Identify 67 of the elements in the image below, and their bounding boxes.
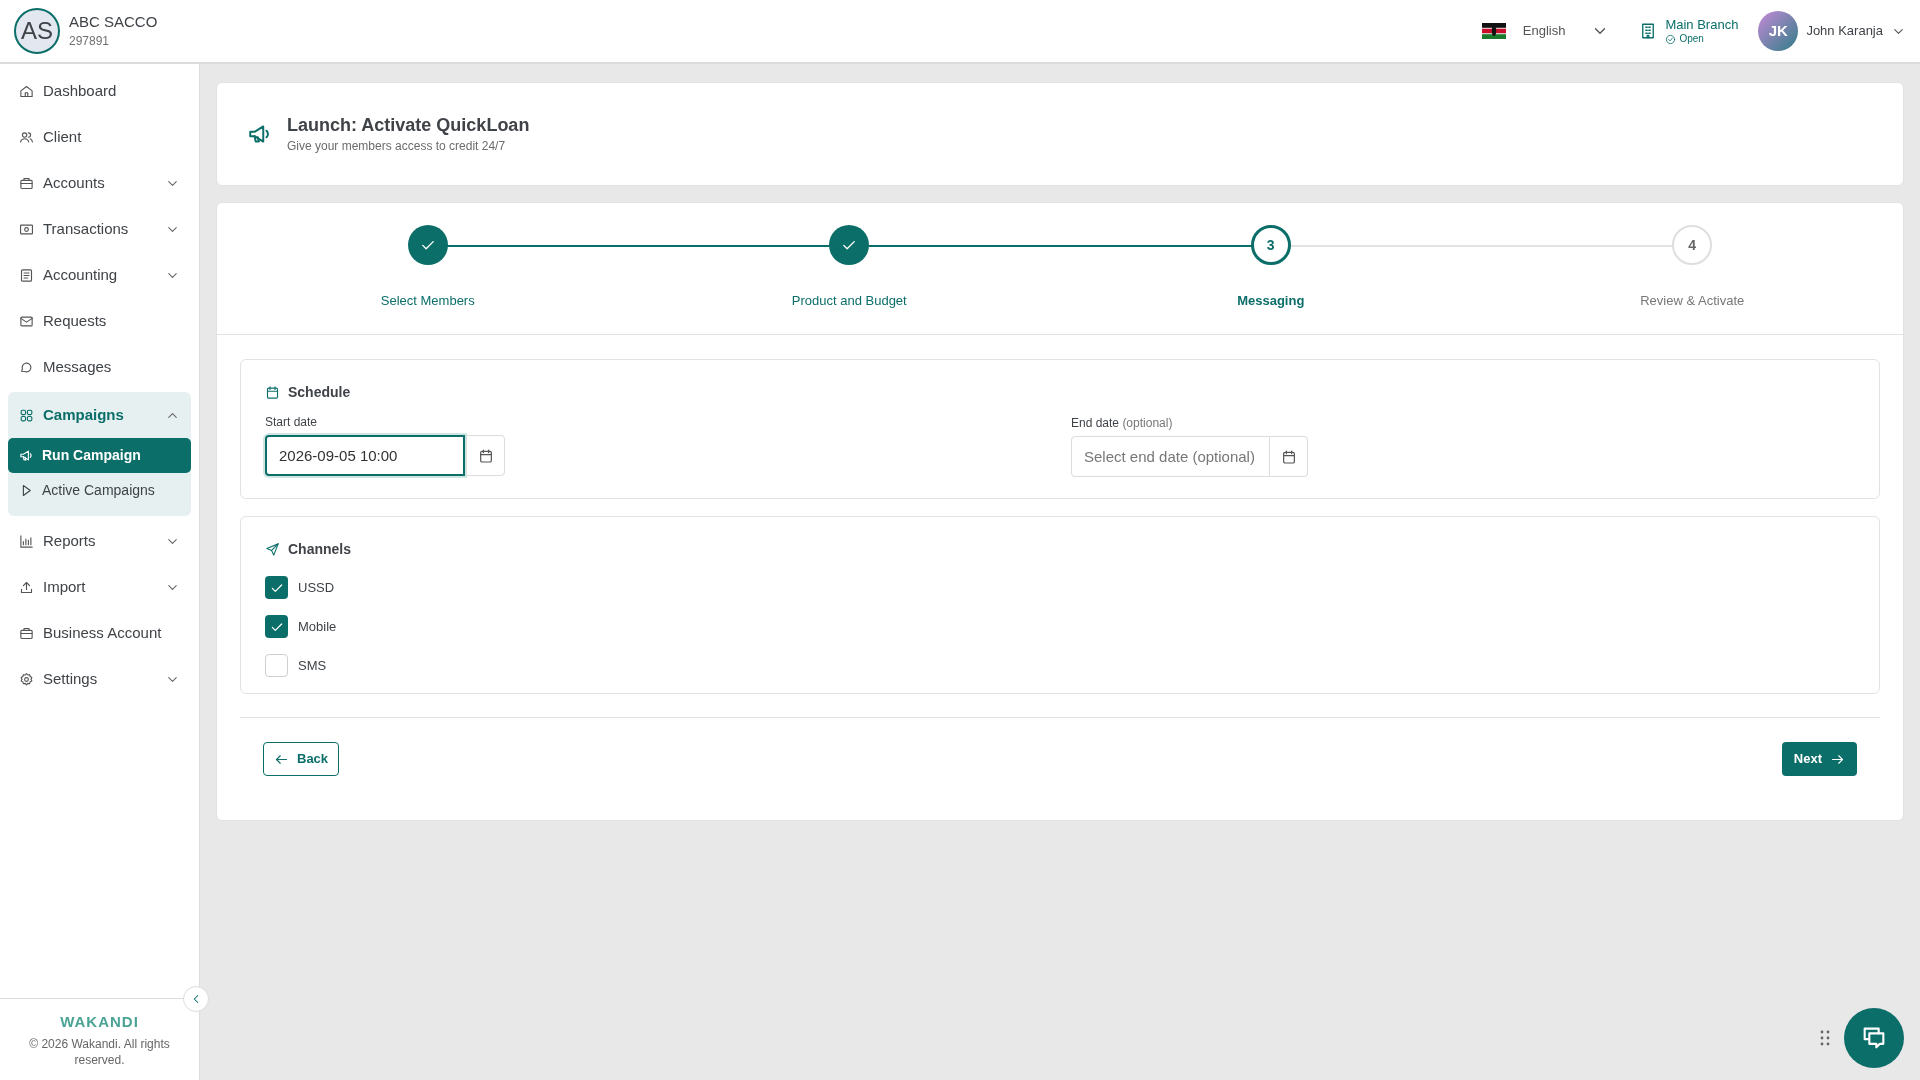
- field-label: Start date: [265, 414, 319, 431]
- sidebar-item[interactable]: Transactions: [8, 206, 191, 252]
- envelope-icon: [19, 313, 34, 329]
- sidebar-subitem[interactable]: Run Campaign: [8, 438, 191, 473]
- check-circle-icon: [1665, 33, 1677, 45]
- branch-status: Open: [1679, 33, 1704, 45]
- sidebar-item[interactable]: Messages: [8, 344, 191, 390]
- page-subtitle: Give your members access to credit 24/7: [287, 138, 507, 155]
- house-icon: [19, 83, 34, 99]
- section-title: Schedule: [288, 383, 351, 402]
- sidebar-item[interactable]: Campaigns: [8, 392, 191, 438]
- step-label: Product and Budget: [791, 292, 907, 310]
- page-title: Launch: Activate QuickLoan: [287, 114, 530, 137]
- ledger-icon: [19, 267, 34, 283]
- briefcase-icon: [19, 175, 34, 191]
- step-label: Select Members: [380, 292, 475, 310]
- sidebar-item[interactable]: Settings: [8, 656, 191, 702]
- checkbox[interactable]: [265, 654, 288, 677]
- checkbox-label: Mobile: [298, 617, 337, 636]
- sidebar-item[interactable]: Business Account: [8, 610, 191, 656]
- upload-icon: [19, 579, 34, 595]
- calendar-icon: [265, 385, 280, 400]
- sidebar-item[interactable]: Client: [8, 114, 191, 160]
- speech-bubble-icon: [19, 359, 34, 375]
- sidebar-item[interactable]: Dashboard: [8, 68, 191, 114]
- sidebar-item[interactable]: Accounts: [8, 160, 191, 206]
- checkbox-label: SMS: [298, 656, 327, 675]
- sidebar-item[interactable]: Reports: [8, 518, 191, 564]
- organization-code: 297891: [69, 33, 111, 50]
- checkbox[interactable]: [265, 615, 288, 638]
- drag-handle-icon[interactable]: [1820, 1030, 1830, 1046]
- date-field[interactable]: 2026-09-05 10:00: [265, 435, 465, 476]
- organization-name: ABC SACCO: [69, 12, 158, 32]
- step-label: Messaging: [1237, 292, 1305, 310]
- calendar-icon: [477, 447, 494, 464]
- copyright-text: © 2026 Wakandi. All rights reserved.: [28, 1035, 171, 1068]
- next-button[interactable]: Next: [1781, 742, 1857, 776]
- banknote-icon: [19, 221, 34, 237]
- briefcase-icon: [19, 625, 34, 641]
- section-title: Channels: [288, 540, 351, 559]
- date-field[interactable]: Select end date (optional): [1071, 436, 1270, 477]
- brand-logo: WAKANDI: [60, 1012, 139, 1032]
- megaphone-icon: [19, 448, 34, 463]
- sidebar-item[interactable]: Requests: [8, 298, 191, 344]
- grid-icon: [19, 407, 34, 423]
- sidebar-item[interactable]: Accounting: [8, 252, 191, 298]
- calendar-button[interactable]: [1270, 436, 1308, 477]
- settings-icon: [19, 671, 34, 687]
- avatar: AS: [14, 8, 60, 54]
- checkbox-label: USSD: [298, 578, 335, 597]
- sidebar-subitem[interactable]: Active Campaigns: [8, 473, 191, 508]
- language-selector[interactable]: English: [1481, 21, 1610, 41]
- sidebar-item[interactable]: Import: [8, 564, 191, 610]
- field-label: End date (optional): [1071, 415, 1174, 432]
- chat-button[interactable]: [1844, 1008, 1904, 1068]
- flag-icon: [1481, 23, 1506, 39]
- send-icon: [265, 542, 280, 557]
- calendar-button[interactable]: [466, 435, 505, 476]
- checkbox[interactable]: [265, 576, 288, 599]
- people-icon: [19, 129, 34, 145]
- bar-chart-icon: [19, 533, 34, 549]
- back-button[interactable]: Back: [263, 742, 340, 776]
- calendar-icon: [1280, 448, 1297, 465]
- step-label: Review & Activate: [1640, 292, 1745, 310]
- branch-name: Main Branch: [1665, 17, 1739, 33]
- user-menu[interactable]: JK John Karanja: [1758, 11, 1906, 51]
- avatar: JK: [1758, 11, 1799, 51]
